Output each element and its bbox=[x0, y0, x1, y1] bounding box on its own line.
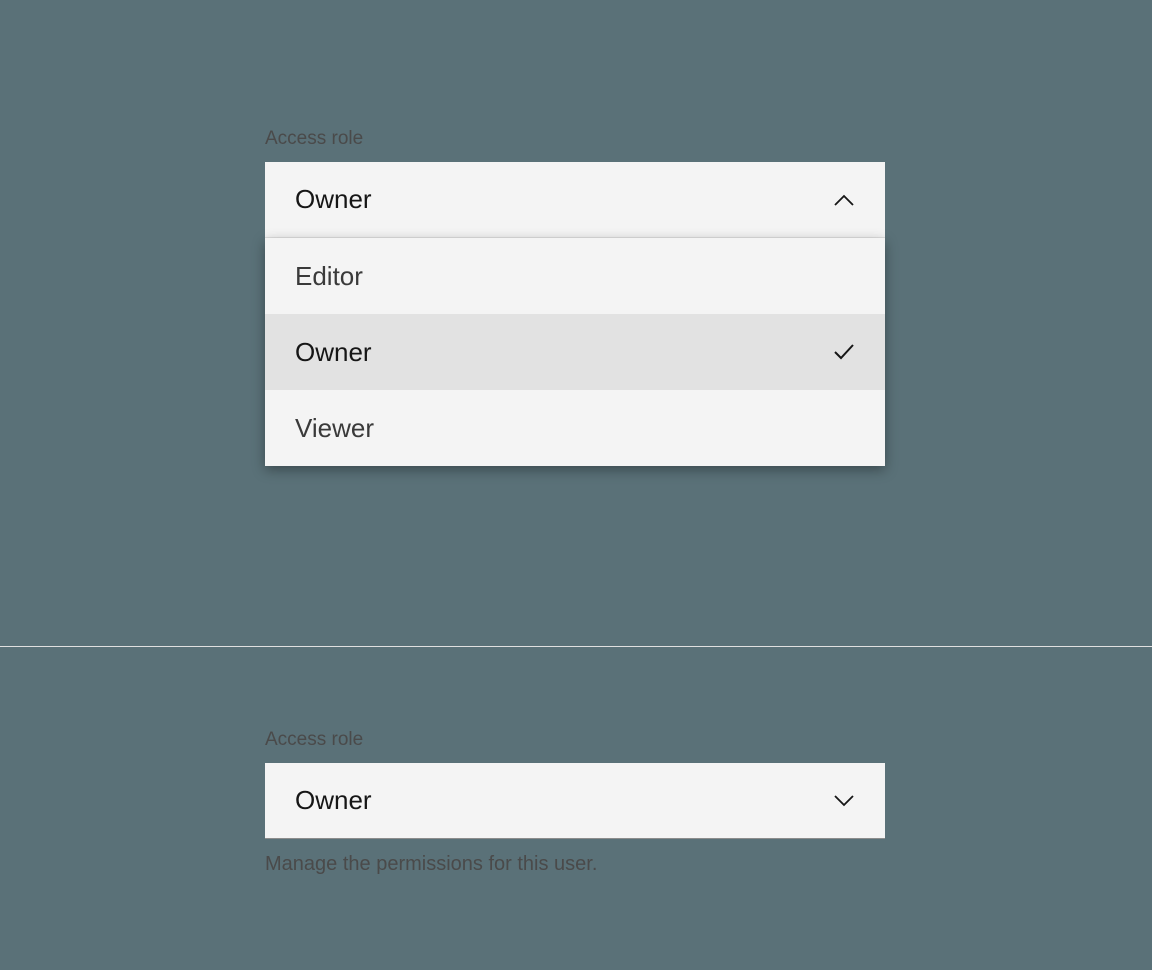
access-role-select-trigger[interactable]: Owner bbox=[265, 763, 885, 839]
option-label: Owner bbox=[295, 337, 372, 368]
option-label: Editor bbox=[295, 261, 363, 292]
selected-value: Owner bbox=[295, 785, 372, 816]
access-role-field-open: Access role Owner Editor Owner Viewer bbox=[265, 128, 885, 466]
chevron-down-icon bbox=[833, 790, 855, 812]
option-viewer[interactable]: Viewer bbox=[265, 390, 885, 466]
field-label: Access role bbox=[265, 729, 885, 751]
access-role-select-trigger[interactable]: Owner bbox=[265, 162, 885, 238]
chevron-up-icon bbox=[833, 189, 855, 211]
option-owner[interactable]: Owner bbox=[265, 314, 885, 390]
selected-value: Owner bbox=[295, 184, 372, 215]
field-label: Access role bbox=[265, 128, 885, 150]
section-divider bbox=[0, 646, 1152, 647]
access-role-field-closed: Access role Owner Manage the permissions… bbox=[265, 729, 885, 876]
option-label: Viewer bbox=[295, 413, 374, 444]
checkmark-icon bbox=[833, 341, 855, 363]
helper-text: Manage the permissions for this user. bbox=[265, 853, 885, 876]
access-role-dropdown: Editor Owner Viewer bbox=[265, 238, 885, 466]
option-editor[interactable]: Editor bbox=[265, 238, 885, 314]
